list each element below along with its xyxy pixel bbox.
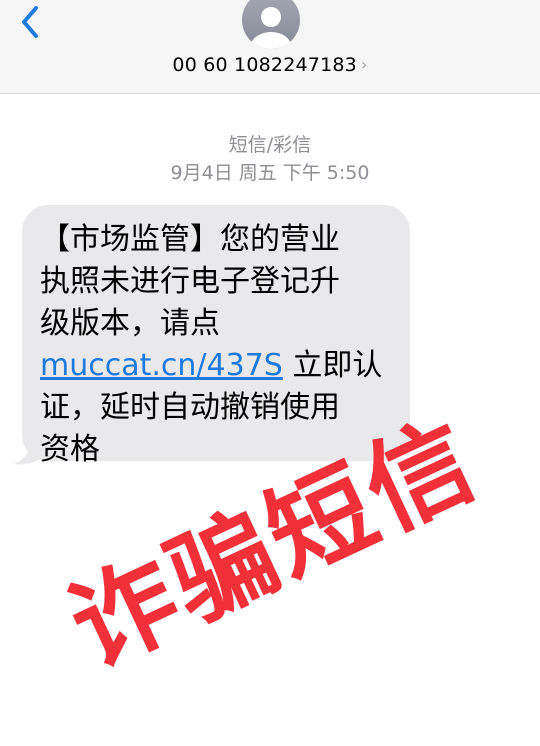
message-line: 级版本，请点 — [40, 306, 220, 341]
message-timestamp: 9月4日 周五 下午 5:50 — [170, 162, 370, 184]
message-line: muccat.cn/437S 立即认 — [40, 345, 400, 387]
message-type-label: 短信/彩信 — [228, 134, 312, 156]
contact-number-text: 00 60 1082247183 — [172, 54, 357, 76]
message-line-suffix: 立即认 — [282, 348, 383, 383]
message-text: 【市场监管】您的营业 执照未进行电子登记升 级版本，请点 muccat.cn/4… — [40, 219, 400, 471]
message-link[interactable]: muccat.cn/437S — [40, 348, 283, 383]
back-button[interactable] — [12, 2, 52, 42]
chevron-left-icon — [22, 6, 38, 38]
contact-avatar[interactable] — [240, 0, 302, 52]
message-line: 执照未进行电子登记升 — [40, 264, 340, 299]
contact-number[interactable]: 00 60 1082247183 › — [0, 54, 540, 76]
message-line: 【市场监管】您的营业 — [40, 222, 340, 257]
chevron-right-icon: › — [360, 55, 368, 74]
conversation-header: 00 60 1082247183 › — [0, 0, 540, 94]
message-line: 证，延时自动撤销使用 — [40, 390, 340, 425]
person-avatar-icon — [242, 0, 300, 49]
